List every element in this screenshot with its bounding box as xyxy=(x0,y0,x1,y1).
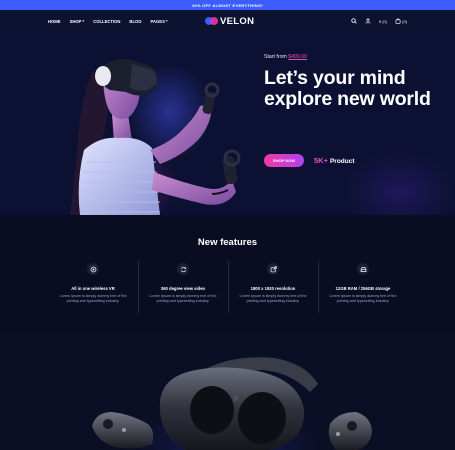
nav-item-shop[interactable]: SHOP ▾ xyxy=(70,19,85,24)
features-title: New features xyxy=(197,237,258,248)
nav-item-home[interactable]: HOME xyxy=(48,19,61,24)
wishlist-button[interactable]: € (0) xyxy=(379,19,387,24)
feature-card: All in one wireless VR Lorem Ipsum is si… xyxy=(48,261,138,313)
feature-name: 12GB RAM / 256GB storage xyxy=(335,286,391,291)
hero-vr-woman-image xyxy=(70,59,241,215)
feature-name: 360 degree view video xyxy=(160,286,206,291)
nav-item-pages[interactable]: PAGES ▾ xyxy=(151,19,168,24)
stat-label: Product xyxy=(329,158,355,165)
features-grid: All in one wireless VR Lorem Ipsum is si… xyxy=(48,261,408,313)
main-nav: HOME SHOP ▾ COLLECTION BLOG PAGES ▾ xyxy=(48,10,168,32)
nav-item-blog[interactable]: BLOG xyxy=(129,19,141,24)
hero-cta-row: SHOP NOW 5K+ Product xyxy=(264,154,355,167)
logo-text: VELON xyxy=(220,15,255,27)
currency-icon: € xyxy=(378,18,382,24)
chevron-down-icon: ▾ xyxy=(82,19,85,23)
cart-count: (0) xyxy=(402,18,407,24)
feature-desc: Lorem Ipsum is simply dummy text of the … xyxy=(149,294,217,304)
hero-copy: Start from $499.00 Let’s your mind explo… xyxy=(264,54,444,110)
start-from-label: Start from xyxy=(264,54,287,60)
nav-item-collection[interactable]: COLLECTION xyxy=(93,19,120,24)
promo-text: 40% OFF ALMOST EVERYTHING! xyxy=(191,2,264,8)
hero-headline: Let’s your mind explore new world xyxy=(264,67,431,110)
product-showcase xyxy=(0,332,455,450)
header-actions: € (0) (0) xyxy=(351,10,407,32)
feature-desc: Lorem Ipsum is simply dummy text of the … xyxy=(329,294,397,304)
vr-headset-product-image xyxy=(92,357,372,450)
feature-card: 1800 x 1920 resolution Lorem Ipsum is si… xyxy=(228,261,318,313)
feature-desc: Lorem Ipsum is simply dummy text of the … xyxy=(59,294,127,304)
stat-number: 5K+ xyxy=(314,156,328,165)
feature-desc: Lorem Ipsum is simply dummy text of the … xyxy=(239,294,307,304)
feature-name: All in one wireless VR xyxy=(71,286,115,291)
nav-label: BLOG xyxy=(129,18,142,24)
feature-card: 360 degree view video Lorem Ipsum is sim… xyxy=(138,261,228,313)
product-stat: 5K+ Product xyxy=(314,156,355,165)
logo[interactable]: VELON xyxy=(205,14,254,28)
user-icon[interactable] xyxy=(365,18,371,24)
page: 40% OFF ALMOST EVERYTHING! HOME SHOP ▾ CO… xyxy=(0,0,455,450)
hero-price[interactable]: $499.00 xyxy=(288,54,307,60)
search-icon[interactable] xyxy=(351,18,357,24)
cart-icon xyxy=(395,18,401,24)
features-section: New features All in one wireless VR Lore… xyxy=(0,215,455,332)
rotate-icon xyxy=(177,263,189,275)
wishlist-count: (0) xyxy=(382,18,388,24)
storage-icon xyxy=(357,263,369,275)
nav-label: PAGES xyxy=(150,18,165,24)
feature-name: 1800 x 1920 resolution xyxy=(250,286,296,291)
feature-card: 12GB RAM / 256GB storage Lorem Ipsum is … xyxy=(318,261,408,313)
hero-section: Start from $499.00 Let’s your mind explo… xyxy=(0,32,455,215)
nav-label: HOME xyxy=(48,18,61,24)
chevron-down-icon: ▾ xyxy=(165,19,168,23)
site-header: HOME SHOP ▾ COLLECTION BLOG PAGES ▾ VELON … xyxy=(0,10,455,32)
start-from-text: Start from $499.00 xyxy=(264,54,444,60)
wifi-target-icon xyxy=(87,263,99,275)
logo-mark-icon xyxy=(205,17,218,25)
nav-label: COLLECTION xyxy=(93,18,121,24)
share-arrow-icon xyxy=(267,263,279,275)
cart-button[interactable]: (0) xyxy=(395,18,407,24)
shop-now-button[interactable]: SHOP NOW xyxy=(264,154,304,167)
nav-label: SHOP xyxy=(69,18,82,24)
promo-bar: 40% OFF ALMOST EVERYTHING! xyxy=(0,0,455,10)
